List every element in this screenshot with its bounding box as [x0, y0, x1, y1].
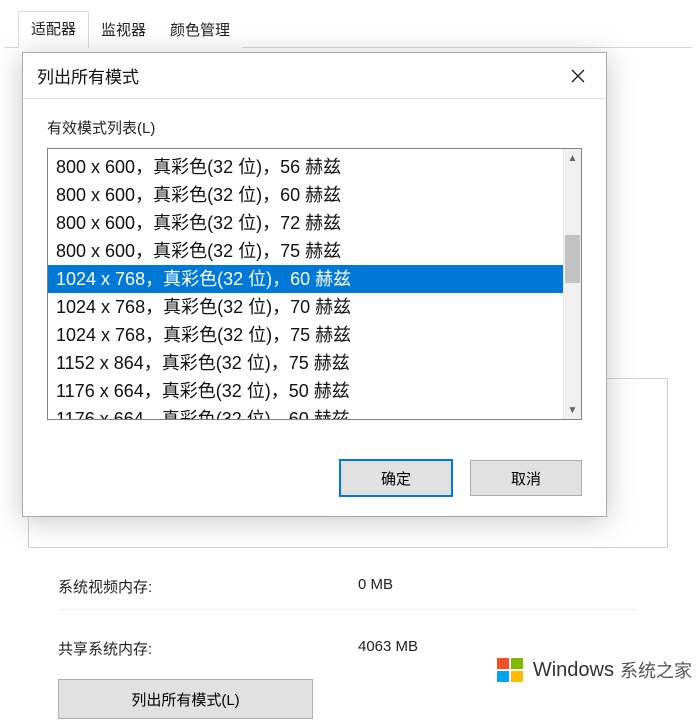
close-icon	[571, 69, 585, 83]
shared-system-memory-value: 4063 MB	[358, 638, 418, 659]
mode-list-item[interactable]: 800 x 600，真彩色(32 位)，60 赫兹	[48, 181, 563, 209]
mode-listbox[interactable]: 800 x 600，真彩色(32 位)，56 赫兹800 x 600，真彩色(3…	[47, 148, 582, 420]
tab-color-management[interactable]: 颜色管理	[158, 13, 242, 48]
system-video-memory-value: 0 MB	[358, 576, 393, 597]
tab-monitor[interactable]: 监视器	[89, 13, 158, 48]
mode-list-item[interactable]: 1152 x 864，真彩色(32 位)，75 赫兹	[48, 349, 563, 377]
ok-button[interactable]: 确定	[340, 460, 452, 496]
dialog-title: 列出所有模式	[37, 63, 139, 88]
dialog-titlebar: 列出所有模式	[23, 53, 606, 99]
mode-list-label: 有效模式列表(L)	[47, 117, 582, 138]
list-all-modes-button[interactable]: 列出所有模式(L)	[58, 679, 313, 719]
tab-adapter[interactable]: 适配器	[18, 11, 89, 48]
scroll-up-button[interactable]: ▲	[564, 149, 581, 167]
tab-bar: 适配器 监视器 颜色管理	[4, 4, 692, 48]
windows-logo-icon	[495, 654, 527, 686]
shared-system-memory-label: 共享系统内存:	[58, 638, 358, 659]
mode-list-item[interactable]: 800 x 600，真彩色(32 位)，56 赫兹	[48, 153, 563, 181]
scroll-down-button[interactable]: ▼	[564, 401, 581, 419]
scroll-thumb[interactable]	[565, 235, 580, 283]
mode-list-item[interactable]: 800 x 600，真彩色(32 位)，75 赫兹	[48, 237, 563, 265]
close-button[interactable]	[556, 60, 600, 92]
scrollbar[interactable]: ▲ ▼	[563, 149, 581, 419]
mode-list-item[interactable]: 1024 x 768，真彩色(32 位)，75 赫兹	[48, 321, 563, 349]
watermark: Windows 系统之家	[495, 654, 692, 686]
system-video-memory-label: 系统视频内存:	[58, 576, 358, 597]
mode-list-item[interactable]: 1176 x 664，真彩色(32 位)，50 赫兹	[48, 377, 563, 405]
mode-list-item[interactable]: 1024 x 768，真彩色(32 位)，70 赫兹	[48, 293, 563, 321]
mode-list-item[interactable]: 800 x 600，真彩色(32 位)，72 赫兹	[48, 209, 563, 237]
cancel-button[interactable]: 取消	[470, 460, 582, 496]
mode-list-item[interactable]: 1176 x 664，真彩色(32 位)，60 赫兹	[48, 405, 563, 419]
watermark-suffix: 系统之家	[620, 657, 692, 683]
mode-list-item[interactable]: 1024 x 768，真彩色(32 位)，60 赫兹	[48, 265, 563, 293]
list-all-modes-dialog: 列出所有模式 有效模式列表(L) 800 x 600，真彩色(32 位)，56 …	[22, 52, 607, 517]
watermark-brand: Windows	[533, 659, 614, 682]
